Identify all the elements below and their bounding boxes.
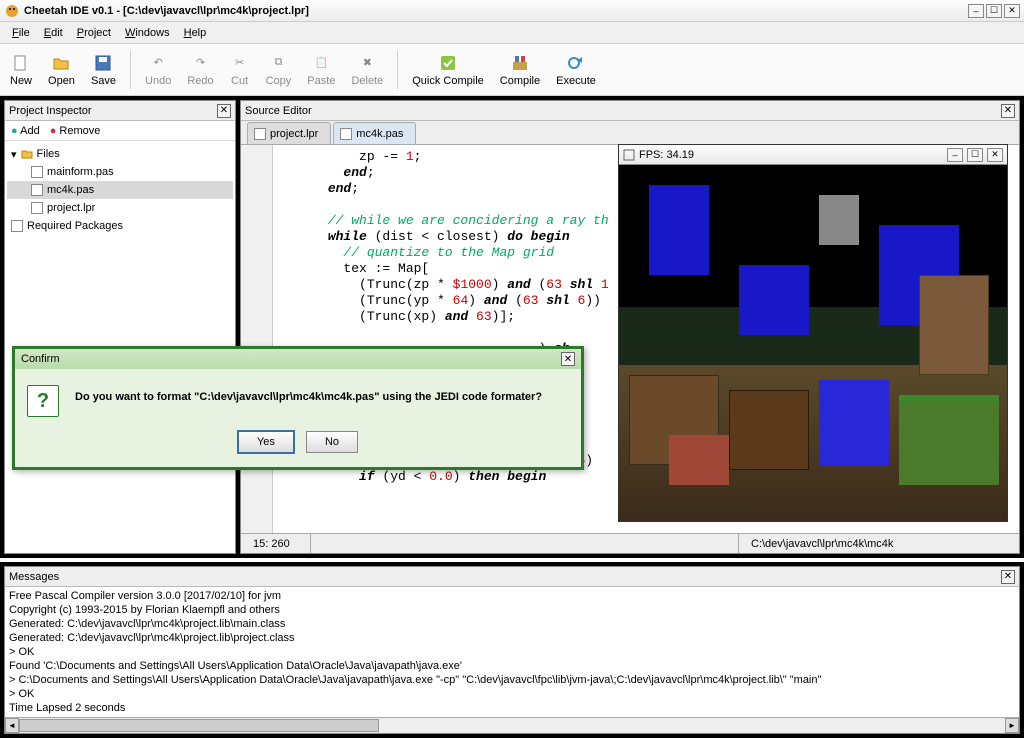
- maximize-button[interactable]: ☐: [986, 4, 1002, 18]
- tree-file-item[interactable]: project.lpr: [7, 199, 233, 217]
- line-gutter: [241, 145, 273, 533]
- file-icon: [254, 128, 266, 140]
- messages-close-icon[interactable]: ✕: [1001, 570, 1015, 584]
- undo-button[interactable]: ↶Undo: [141, 51, 175, 89]
- main-titlebar: Cheetah IDE v0.1 - [C:\dev\javavcl\lpr\m…: [0, 0, 1024, 22]
- expand-icon: ▾: [11, 148, 17, 161]
- dialog-close-icon[interactable]: ✕: [561, 352, 575, 366]
- tree-required-node[interactable]: Required Packages: [7, 217, 233, 235]
- cursor-position: 15: 260: [241, 534, 311, 553]
- game-canvas[interactable]: [619, 165, 1007, 521]
- message-line: Found 'C:\Documents and Settings\All Use…: [9, 659, 1015, 673]
- message-line: Copyright (c) 1993-2015 by Florian Klaem…: [9, 603, 1015, 617]
- menu-project[interactable]: Project: [71, 24, 117, 42]
- menu-windows[interactable]: Windows: [119, 24, 176, 42]
- scroll-thumb[interactable]: [19, 719, 379, 732]
- yes-button[interactable]: Yes: [238, 431, 294, 453]
- redo-button[interactable]: ↷Redo: [183, 51, 217, 89]
- message-line: Generated: C:\dev\javavcl\lpr\mc4k\proje…: [9, 631, 1015, 645]
- cut-button[interactable]: ✂Cut: [226, 51, 254, 89]
- app-logo-icon: [4, 3, 20, 19]
- open-button[interactable]: Open: [44, 51, 79, 89]
- tree-files-node[interactable]: ▾Files: [7, 145, 233, 163]
- tree-file-item[interactable]: mainform.pas: [7, 163, 233, 181]
- fps-maximize-icon[interactable]: ☐: [967, 148, 983, 162]
- message-line: Generated: C:\dev\javavcl\lpr\mc4k\proje…: [9, 617, 1015, 631]
- menu-file[interactable]: File: [6, 24, 36, 42]
- paste-button[interactable]: 📋Paste: [303, 51, 339, 89]
- confirm-dialog: Confirm✕ ? Do you want to format "C:\dev…: [12, 346, 584, 470]
- folder-icon: [21, 148, 33, 160]
- scroll-left-icon[interactable]: ◄: [5, 718, 19, 733]
- window-icon: [623, 149, 635, 161]
- main-toolbar: New Open Save ↶Undo ↷Redo ✂Cut ⧉Copy 📋Pa…: [0, 44, 1024, 96]
- tab-mc4k-pas[interactable]: mc4k.pas: [333, 122, 416, 144]
- file-icon: [31, 184, 43, 196]
- editor-close-icon[interactable]: ✕: [1001, 104, 1015, 118]
- fps-close-icon[interactable]: ✕: [987, 148, 1003, 162]
- message-line: > OK: [9, 687, 1015, 701]
- file-icon: [11, 220, 23, 232]
- add-button[interactable]: ● Add: [11, 125, 40, 137]
- minus-icon: ●: [50, 125, 57, 137]
- tree-file-item[interactable]: mc4k.pas: [7, 181, 233, 199]
- status-spacer: [311, 534, 739, 553]
- execute-button[interactable]: Execute: [552, 51, 600, 89]
- no-button[interactable]: No: [306, 431, 358, 453]
- inspector-close-icon[interactable]: ✕: [217, 104, 231, 118]
- fps-window[interactable]: FPS: 34.19 – ☐ ✕: [618, 144, 1008, 522]
- scroll-right-icon[interactable]: ►: [1005, 718, 1019, 733]
- copy-button[interactable]: ⧉Copy: [262, 51, 296, 89]
- message-line: > OK: [9, 645, 1015, 659]
- quick-compile-button[interactable]: Quick Compile: [408, 51, 488, 89]
- menu-edit[interactable]: Edit: [38, 24, 69, 42]
- project-tree: ▾Files mainform.pas mc4k.pas project.lpr…: [5, 141, 235, 239]
- file-icon: [31, 166, 43, 178]
- message-line: > C:\Documents and Settings\All Users\Ap…: [9, 673, 1015, 687]
- project-inspector-panel: Project Inspector✕ ● Add ● Remove ▾Files…: [4, 100, 236, 554]
- messages-panel: Messages✕ Free Pascal Compiler version 3…: [4, 566, 1020, 734]
- dialog-titlebar[interactable]: Confirm✕: [15, 349, 581, 369]
- new-button[interactable]: New: [6, 51, 36, 89]
- compile-button[interactable]: Compile: [496, 51, 544, 89]
- fps-titlebar[interactable]: FPS: 34.19 – ☐ ✕: [619, 145, 1007, 165]
- editor-tabs: project.lpr mc4k.pas: [241, 121, 1019, 145]
- editor-title: Source Editor: [245, 105, 1001, 117]
- dialog-message: Do you want to format "C:\dev\javavcl\lp…: [75, 385, 542, 403]
- delete-button[interactable]: ✖Delete: [347, 51, 387, 89]
- message-line: Time Lapsed 2 seconds: [9, 701, 1015, 715]
- window-title: Cheetah IDE v0.1 - [C:\dev\javavcl\lpr\m…: [24, 5, 968, 17]
- file-icon: [31, 202, 43, 214]
- save-button[interactable]: Save: [87, 51, 120, 89]
- messages-body[interactable]: Free Pascal Compiler version 3.0.0 [2017…: [5, 587, 1019, 717]
- fps-minimize-icon[interactable]: –: [947, 148, 963, 162]
- file-icon: [340, 128, 352, 140]
- close-button[interactable]: ✕: [1004, 4, 1020, 18]
- editor-statusbar: 15: 260 C:\dev\javavcl\lpr\mc4k\mc4k: [241, 533, 1019, 553]
- message-line: Free Pascal Compiler version 3.0.0 [2017…: [9, 589, 1015, 603]
- question-icon: ?: [27, 385, 59, 417]
- tab-project-lpr[interactable]: project.lpr: [247, 122, 331, 144]
- menu-help[interactable]: Help: [178, 24, 213, 42]
- messages-title: Messages: [9, 571, 1001, 583]
- messages-hscrollbar[interactable]: ◄ ►: [5, 717, 1019, 733]
- minimize-button[interactable]: –: [968, 4, 984, 18]
- file-path: C:\dev\javavcl\lpr\mc4k\mc4k: [739, 534, 1019, 553]
- remove-button[interactable]: ● Remove: [50, 125, 101, 137]
- fps-title-text: FPS: 34.19: [639, 149, 943, 161]
- inspector-title: Project Inspector: [9, 105, 217, 117]
- plus-icon: ●: [11, 125, 18, 137]
- menu-bar: File Edit Project Windows Help: [0, 22, 1024, 44]
